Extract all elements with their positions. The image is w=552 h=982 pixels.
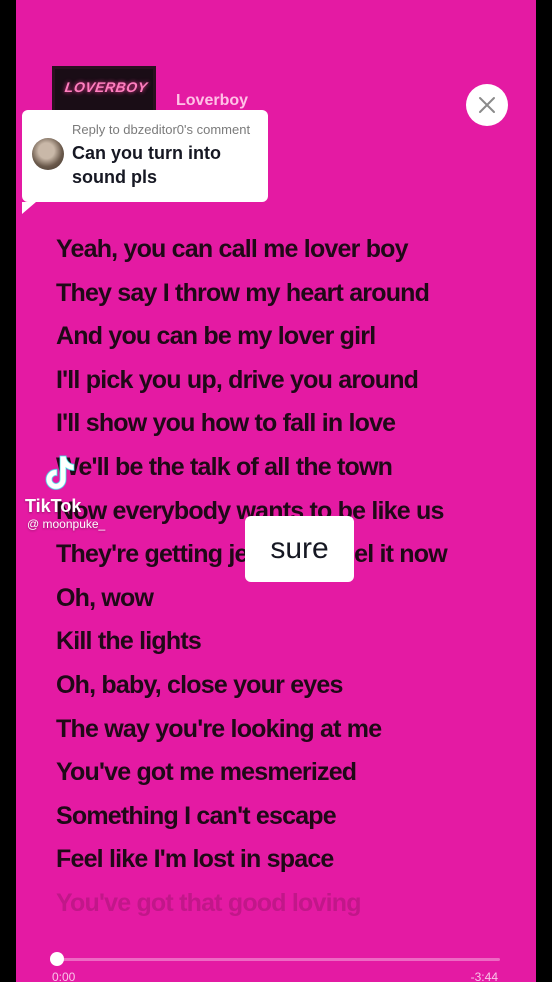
lyric-line: You've got that good loving <box>56 888 361 917</box>
album-art-label: LOVERBOY <box>63 79 149 95</box>
reply-comment-bubble[interactable]: Reply to dbzeditor0's comment Can you tu… <box>22 110 268 214</box>
lyric-line: We'll be the talk of all the town <box>56 452 393 481</box>
avatar <box>32 138 64 170</box>
lyrics-screen: LOVERBOY Loverboy Reply to dbzeditor0's … <box>16 0 536 982</box>
reply-meta: Reply to dbzeditor0's comment <box>72 122 251 137</box>
lyric-line: You've got me mesmerized <box>56 758 357 787</box>
close-button[interactable] <box>466 84 508 126</box>
song-title: Loverboy <box>176 92 249 109</box>
lyric-line: And you can be my lover girl <box>56 322 376 351</box>
close-icon <box>479 97 495 113</box>
watermark-handle: @ moonpuke_ <box>27 517 106 531</box>
progress-bar[interactable] <box>56 958 500 961</box>
progress-handle[interactable] <box>50 952 64 966</box>
lyric-line: Yeah, you can call me lover boy <box>56 235 409 263</box>
time-remaining: -3:44 <box>470 970 498 982</box>
lyric-line: I'll show you how to fall in love <box>56 409 396 438</box>
lyric-line: I'll pick you up, drive you around <box>56 365 419 394</box>
lyric-line: They say I throw my heart around <box>56 278 430 307</box>
watermark-name: TikTok <box>25 496 82 516</box>
lyric-line: Kill the lights <box>56 627 202 656</box>
time-elapsed: 0:00 <box>52 970 76 982</box>
lyric-line: The way you're looking at me <box>56 714 382 743</box>
lyric-line: Something I can't escape <box>56 801 337 830</box>
text-caption: sure <box>245 516 354 582</box>
lyric-line: Oh, wow <box>56 583 154 612</box>
tiktok-logo-icon <box>45 455 75 490</box>
lyric-line: Oh, baby, close your eyes <box>56 670 343 699</box>
lyric-line: Feel like I'm lost in space <box>56 845 334 874</box>
reply-text: Can you turn into sound pls <box>72 143 221 187</box>
